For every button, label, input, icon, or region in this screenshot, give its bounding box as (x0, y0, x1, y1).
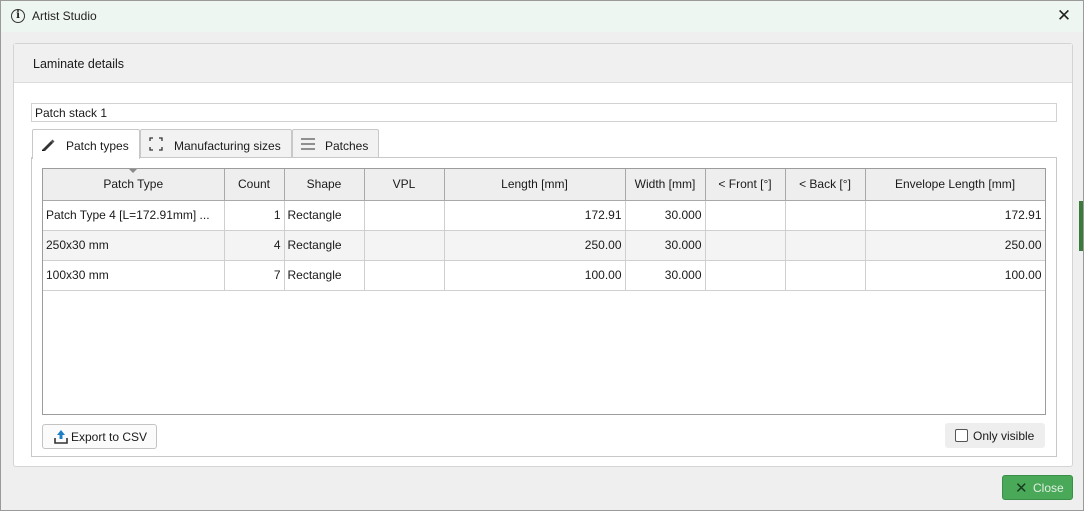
table-row[interactable]: 100x30 mm 7 Rectangle 100.00 30.000 100.… (43, 260, 1045, 291)
cell-vpl[interactable] (364, 200, 445, 231)
upload-icon (54, 430, 68, 444)
column-header-width[interactable]: Width [mm] (625, 169, 706, 201)
close-icon: ✕ (1015, 480, 1028, 497)
column-header-shape[interactable]: Shape (284, 169, 365, 201)
table-row[interactable]: Patch Type 4 [L=172.91mm] ... 1 Rectangl… (43, 200, 1045, 231)
close-button-label: Close (1033, 481, 1064, 495)
cell-back-angle[interactable] (785, 230, 866, 261)
export-csv-label: Export to CSV (71, 430, 148, 444)
cell-shape[interactable]: Rectangle (284, 260, 365, 291)
column-header-label: Patch Type (103, 177, 164, 192)
patch-types-grid: Patch Type Count Shape VPL Length [mm] W… (42, 168, 1046, 415)
patch-stack-name-field[interactable]: Patch stack 1 (31, 103, 1057, 122)
cell-count[interactable]: 4 (224, 230, 285, 261)
grid-header-row: Patch Type Count Shape VPL Length [mm] W… (43, 169, 1045, 201)
close-button[interactable]: ✕ Close (1002, 475, 1073, 500)
tab-label: Manufacturing sizes (174, 139, 281, 153)
cell-length[interactable]: 172.91 (444, 200, 626, 231)
cell-envelope-length[interactable]: 250.00 (865, 230, 1045, 261)
cell-vpl[interactable] (364, 260, 445, 291)
cell-envelope-length[interactable]: 100.00 (865, 260, 1045, 291)
background-window-edge (1079, 201, 1083, 251)
info-icon: i (11, 9, 25, 23)
cell-back-angle[interactable] (785, 200, 866, 231)
cell-envelope-length[interactable]: 172.91 (865, 200, 1045, 231)
cell-length[interactable]: 250.00 (444, 230, 626, 261)
column-header-back-angle[interactable]: < Back [°] (785, 169, 866, 201)
dialog-window: i Artist Studio ✕ Laminate details Patch… (0, 0, 1084, 511)
sort-indicator-icon (128, 169, 139, 173)
tab-label: Patches (325, 139, 369, 153)
ruler-pen-icon (42, 139, 55, 151)
cell-count[interactable]: 7 (224, 260, 285, 291)
title-bar: i Artist Studio ✕ (1, 1, 1083, 32)
tab-patches[interactable]: Patches (292, 129, 379, 158)
cell-vpl[interactable] (364, 230, 445, 261)
table-row[interactable]: 250x30 mm 4 Rectangle 250.00 30.000 250.… (43, 230, 1045, 261)
export-csv-button[interactable]: Export to CSV (42, 424, 157, 449)
cell-front-angle[interactable] (705, 230, 786, 261)
tab-patch-types[interactable]: Patch types (32, 129, 140, 159)
window-title: Artist Studio (32, 9, 97, 23)
cell-patch-type[interactable]: Patch Type 4 [L=172.91mm] ... (43, 200, 225, 231)
cell-front-angle[interactable] (705, 260, 786, 291)
column-header-count[interactable]: Count (224, 169, 285, 201)
patch-types-table: Patch Type Count Shape VPL Length [mm] W… (43, 169, 1045, 291)
panel-title: Laminate details (33, 57, 125, 71)
cell-shape[interactable]: Rectangle (284, 230, 365, 261)
panel-header: Laminate details (14, 44, 1072, 83)
only-visible-toggle[interactable]: Only visible (945, 423, 1045, 448)
expand-corners-icon (149, 137, 163, 151)
column-header-front-angle[interactable]: < Front [°] (705, 169, 786, 201)
cell-patch-type[interactable]: 250x30 mm (43, 230, 225, 261)
column-header-patch-type[interactable]: Patch Type (43, 169, 225, 201)
column-header-vpl[interactable]: VPL (364, 169, 445, 201)
patch-types-tab-content: Patch Type Count Shape VPL Length [mm] W… (31, 157, 1057, 457)
list-lines-icon (301, 138, 315, 150)
cell-width[interactable]: 30.000 (625, 260, 706, 291)
cell-width[interactable]: 30.000 (625, 230, 706, 261)
cell-length[interactable]: 100.00 (444, 260, 626, 291)
cell-shape[interactable]: Rectangle (284, 200, 365, 231)
cell-width[interactable]: 30.000 (625, 200, 706, 231)
tab-label: Patch types (66, 139, 129, 153)
only-visible-label: Only visible (973, 429, 1035, 443)
laminate-details-panel: Laminate details Patch stack 1 Patch typ… (13, 43, 1073, 467)
cell-front-angle[interactable] (705, 200, 786, 231)
cell-patch-type[interactable]: 100x30 mm (43, 260, 225, 291)
cell-count[interactable]: 1 (224, 200, 285, 231)
only-visible-checkbox[interactable] (955, 429, 968, 442)
window-close-button[interactable]: ✕ (1053, 5, 1075, 27)
column-header-envelope-length[interactable]: Envelope Length [mm] (865, 169, 1045, 201)
cell-back-angle[interactable] (785, 260, 866, 291)
column-header-length[interactable]: Length [mm] (444, 169, 626, 201)
tab-manufacturing-sizes[interactable]: Manufacturing sizes (140, 129, 292, 158)
